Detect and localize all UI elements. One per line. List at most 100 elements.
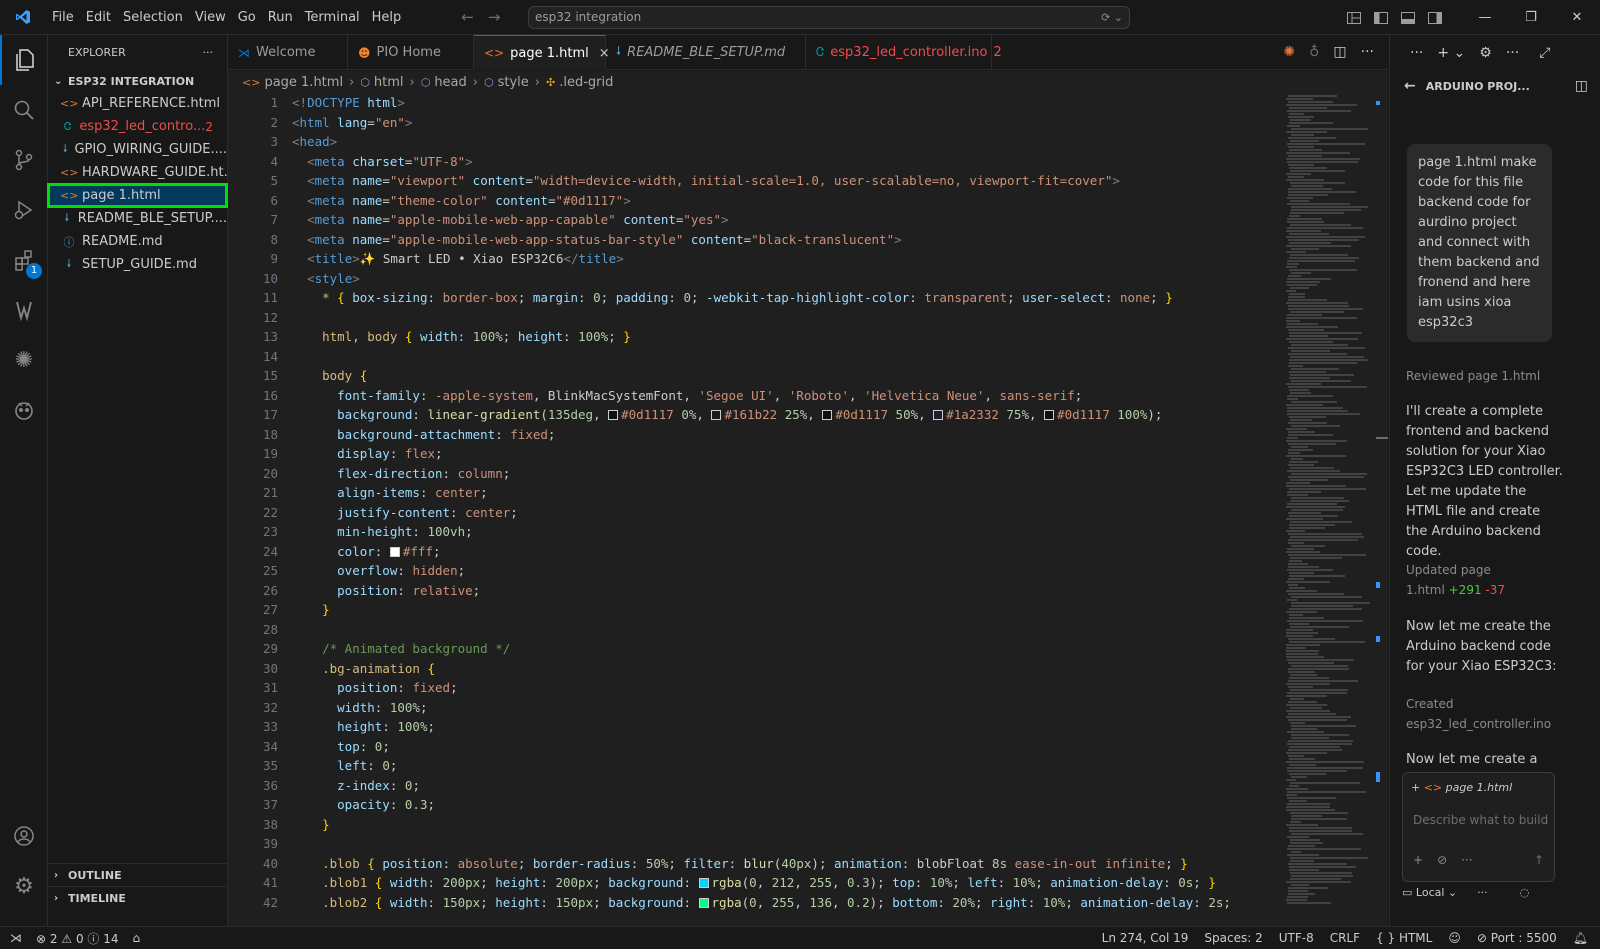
code-line[interactable]: /* Animated background */ [292,639,1282,659]
send-icon[interactable]: ↑ [1534,853,1544,867]
restore-icon[interactable]: ❐ [1508,0,1554,35]
code-line[interactable] [292,834,1282,854]
created-file-link[interactable]: esp32_led_controller.ino [1406,714,1564,734]
menu-edit[interactable]: Edit [80,0,117,35]
new-chat-icon[interactable]: + ⌄ [1437,45,1465,61]
manage-activity[interactable]: ⚙ [0,861,48,911]
code-line[interactable] [292,347,1282,367]
indentation[interactable]: Spaces: 2 [1204,931,1262,945]
code-line[interactable]: <head> [292,132,1282,152]
code-line[interactable]: top: 0; [292,737,1282,757]
file-item[interactable]: 🠗 SETUP_GUIDE.md [48,253,227,276]
toggle-primary-sidebar-icon[interactable] [1367,0,1394,35]
explorer-activity[interactable] [0,35,48,85]
problems-indicator[interactable]: ⊗ 2 ⚠ 0 ⓘ 14 [36,930,119,947]
code-area[interactable]: <!DOCTYPE html> <html lang="en"> <head> <m… [292,93,1282,912]
code-line[interactable]: } [292,600,1282,620]
sparkle-icon[interactable]: ✺ [1283,44,1295,60]
customize-layout-icon[interactable] [1340,0,1367,35]
close-window-icon[interactable]: ✕ [1554,0,1600,35]
code-line[interactable]: .blob1 { width: 200px; height: 200px; ba… [292,873,1282,893]
menu-run[interactable]: Run [262,0,299,35]
menu-selection[interactable]: Selection [117,0,189,35]
language-mode[interactable]: { } HTML [1376,931,1432,945]
code-line[interactable]: justify-content: center; [292,503,1282,523]
breadcrumb-item[interactable]: style [498,75,529,90]
source-control-activity[interactable] [0,135,48,185]
run-debug-activity[interactable] [0,185,48,235]
claude-activity[interactable]: ✺ [0,335,48,385]
tab-readme-ble-setup-md[interactable]: 🠗 README_BLE_SETUP.md [606,35,806,70]
code-line[interactable]: <html lang="en"> [292,113,1282,133]
code-line[interactable]: color: #fff; [292,542,1282,562]
chat-input-placeholder[interactable]: Describe what to build [1413,813,1548,827]
context-chip[interactable]: + <> page 1.html [1411,781,1512,799]
menu-go[interactable]: Go [232,0,262,35]
code-line[interactable]: } [292,815,1282,835]
code-line[interactable]: <meta name="apple-mobile-web-app-capable… [292,210,1282,230]
code-line[interactable]: <style> [292,269,1282,289]
code-line[interactable] [292,308,1282,328]
code-line[interactable]: <title>✨ Smart LED • Xiao ESP32C6</title… [292,249,1282,269]
gear-icon[interactable]: ⚙ [1479,45,1492,61]
file-item[interactable]: <> HARDWARE_GUIDE.ht... [48,161,227,184]
file-item[interactable]: 🠗 README_BLE_SETUP.... [48,207,227,230]
forward-arrow-icon[interactable]: → [488,8,501,26]
back-arrow-icon[interactable]: ← [461,8,474,26]
back-arrow-icon[interactable]: ← [1404,78,1416,94]
code-line[interactable]: .blob { position: absolute; border-radiu… [292,854,1282,874]
split-editor-icon[interactable]: ◫ [1333,44,1346,60]
tab-esp32-led-controller-ino[interactable]: Ꮳesp32_led_controller.ino 2 [806,35,1002,70]
more-actions-icon[interactable]: ··· [1477,886,1488,899]
cursor-position[interactable]: Ln 274, Col 19 [1102,931,1189,945]
code-line[interactable]: background-attachment: fixed; [292,425,1282,445]
code-line[interactable] [292,620,1282,640]
outline-section[interactable]: › OUTLINE [48,863,228,886]
code-editor[interactable]: 1 2 3 4 5 6 7 8 9 10 11 12 13 14 15 16 17 18 19 20 21 22 23 24 2… [228,93,1388,926]
add-icon[interactable]: + [1413,853,1423,867]
code-line[interactable]: .bg-animation { [292,659,1282,679]
extensions-activity[interactable]: 1 [0,235,48,285]
platformio-activity[interactable] [0,385,48,435]
tools-icon[interactable]: ⊘ [1437,853,1447,867]
accounts-activity[interactable] [0,811,48,861]
code-line[interactable]: <meta name="apple-mobile-web-app-status-… [292,230,1282,250]
line-ending[interactable]: CRLF [1330,931,1360,945]
code-line[interactable]: flex-direction: column; [292,464,1282,484]
file-item[interactable]: 🠗 GPIO_WIRING_GUIDE.... [48,138,227,161]
file-item[interactable]: ⓘ README.md [48,230,227,253]
code-line[interactable]: position: fixed; [292,678,1282,698]
code-line[interactable]: align-items: center; [292,483,1282,503]
chat-input-box[interactable]: + <> page 1.html Describe what to build … [1402,772,1555,882]
code-line[interactable]: * { box-sizing: border-box; margin: 0; p… [292,288,1282,308]
more-actions-icon[interactable]: ··· [1461,853,1472,867]
menu-help[interactable]: Help [366,0,408,35]
chat-dropdown-icon[interactable]: ⟳ ⌄ [1101,7,1123,28]
code-line[interactable]: overflow: hidden; [292,561,1282,581]
add-context-icon[interactable]: + [1411,781,1420,794]
search-activity[interactable] [0,85,48,135]
toggle-panel-icon[interactable] [1394,0,1421,35]
minimize-icon[interactable]: — [1462,0,1508,35]
more-actions-icon[interactable]: ··· [1506,45,1519,61]
copilot-icon[interactable]: ☺ [1448,931,1461,945]
file-item[interactable]: Ꮳesp32_led_contro... 2 [48,115,227,138]
breadcrumb-item[interactable]: .led-grid [559,75,613,90]
live-server[interactable]: ⊘ Port : 5500 [1477,931,1557,945]
more-actions-icon[interactable]: ··· [1361,44,1374,60]
breadcrumb-item[interactable]: page 1.html [264,75,343,90]
menu-terminal[interactable]: Terminal [299,0,366,35]
code-line[interactable]: background: linear-gradient(135deg, #0d1… [292,405,1282,425]
code-line[interactable]: position: relative; [292,581,1282,601]
minimap[interactable] [1282,93,1382,926]
breadcrumb-item[interactable]: head [434,75,466,90]
code-line[interactable]: width: 100%; [292,698,1282,718]
toggle-secondary-sidebar-icon[interactable] [1421,0,1448,35]
code-line[interactable]: opacity: 0.3; [292,795,1282,815]
lightbulb-icon[interactable]: ♁ [1309,44,1319,60]
maximize-icon[interactable]: ⤢ [1539,45,1550,61]
code-line[interactable]: height: 100%; [292,717,1282,737]
code-line[interactable]: <meta name="theme-color" content="#0d111… [292,191,1282,211]
code-line[interactable]: display: flex; [292,444,1282,464]
code-line[interactable]: min-height: 100vh; [292,522,1282,542]
